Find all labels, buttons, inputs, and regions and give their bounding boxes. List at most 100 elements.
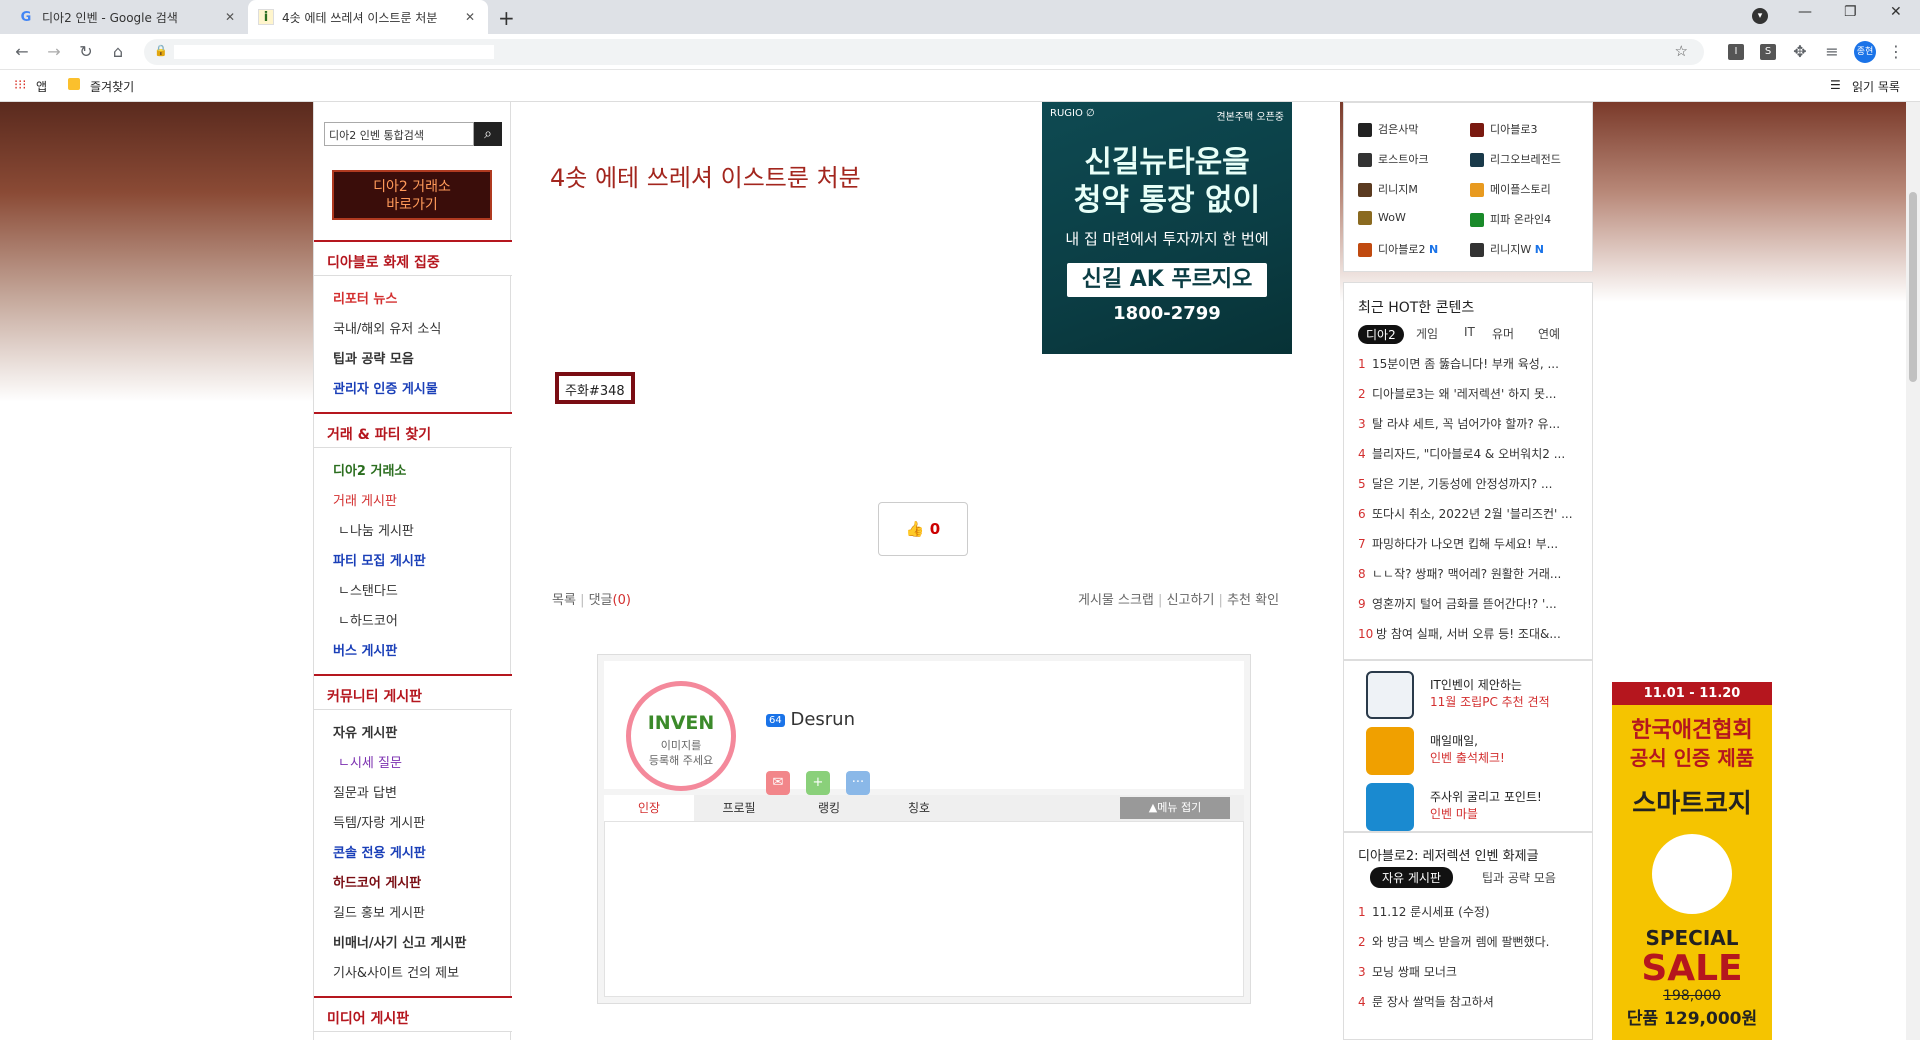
menu-item[interactable]: 자유 게시판	[333, 722, 397, 741]
author-name[interactable]: 64 Desrun	[766, 709, 855, 730]
like-button[interactable]: 👍 0	[878, 502, 968, 556]
menu-item[interactable]: 길드 홍보 게시판	[333, 902, 425, 921]
calendar-icon[interactable]	[1366, 727, 1414, 775]
add-friend-icon[interactable]: +	[806, 771, 830, 795]
menu-item[interactable]: 콘솔 전용 게시판	[333, 842, 426, 861]
menu-item[interactable]: ㄴ스탠다드	[338, 580, 398, 599]
recommend-check-link[interactable]: 추천 확인	[1227, 593, 1279, 608]
menu-item[interactable]: ㄴ하드코어	[338, 610, 398, 629]
menu-item[interactable]: 버스 게시판	[333, 640, 397, 659]
hot-item[interactable]: 8 ㄴㄴ작? 쌍패? 맥어레? 원활한 거래...	[1358, 565, 1582, 582]
minimize-button[interactable]: —	[1798, 4, 1812, 20]
extension-s-icon[interactable]: S	[1760, 44, 1776, 60]
section-title[interactable]: 디아블로 화제 집중	[314, 240, 512, 276]
hot-item[interactable]: 10 방 참여 실패, 서버 오류 등! 조대&...	[1358, 625, 1582, 642]
game-link[interactable]: WoW	[1358, 211, 1406, 225]
hot-item[interactable]: 1 15분이면 좀 뚫습니다! 부캐 육성, ...	[1358, 355, 1582, 372]
hot-item[interactable]: 2 디아블로3는 왜 '레저렉션' 하지 못...	[1358, 385, 1582, 402]
address-bar[interactable]: 🔒 ☆	[144, 39, 1704, 65]
d2-item[interactable]: 2와 방금 벡스 받을꺼 렘에 팔뻔했다.	[1358, 933, 1582, 950]
puzzle-icon[interactable]: ✥	[1790, 42, 1810, 62]
d2-tab[interactable]: 팁과 공략 모음	[1482, 869, 1556, 886]
menu-item[interactable]: 하드코어 게시판	[333, 872, 421, 891]
menu-item[interactable]: 기사&사이트 건의 제보	[333, 962, 459, 981]
d2-item[interactable]: 3 모닝 쌍패 모너크	[1358, 963, 1582, 980]
report-link[interactable]: 신고하기	[1167, 593, 1215, 608]
promo-text[interactable]: IT인벤이 제안하는 11월 조립PC 추천 견적	[1430, 677, 1550, 711]
star-icon[interactable]: ☆	[1675, 42, 1688, 60]
hot-tab[interactable]: 유머	[1492, 325, 1514, 342]
hot-item[interactable]: 3탈 라샤 세트, 꼭 넘어가야 할까? 유...	[1358, 415, 1582, 432]
home-icon[interactable]: ⌂	[108, 42, 128, 62]
reading-list[interactable]: 읽기 목록	[1852, 78, 1900, 95]
tab-ranking[interactable]: 랭킹	[784, 795, 874, 821]
tab-article[interactable]: i 4솟 에테 쓰레셔 이스트룬 처분 ✕	[248, 0, 488, 34]
maximize-button[interactable]: ❐	[1844, 4, 1857, 20]
promo-text[interactable]: 주사위 굴리고 포인트! 인벤 마블	[1430, 789, 1542, 823]
avatar[interactable]: INVEN 이미지를 등록해 주세요	[626, 681, 736, 791]
menu-item[interactable]: 파티 모집 게시판	[333, 550, 426, 569]
menu-item[interactable]: ㄴ나눔 게시판	[338, 520, 414, 539]
scrollbar[interactable]	[1906, 102, 1920, 1040]
monitor-icon[interactable]	[1366, 671, 1414, 719]
more-icon[interactable]: ···	[846, 771, 870, 795]
tab-title[interactable]: 칭호	[874, 795, 964, 821]
game-link[interactable]: 리니지M	[1358, 181, 1418, 197]
promo-text[interactable]: 매일매일, 인벤 출석체크!	[1430, 733, 1505, 767]
menu-item[interactable]: 팁과 공략 모음	[333, 348, 414, 367]
hot-item[interactable]: 4 블리자드, "디아블로4 & 오버워치2 ...	[1358, 445, 1582, 462]
list-link[interactable]: 목록	[552, 593, 576, 608]
hot-item[interactable]: 6 또다시 취소, 2022년 2월 '블리즈컨' ...	[1358, 505, 1582, 522]
tab-profile[interactable]: 프로필	[694, 795, 784, 821]
section-title[interactable]: 커뮤니티 게시판	[314, 674, 512, 710]
avatar[interactable]: 종현	[1854, 41, 1876, 63]
reading-list-icon[interactable]: ☰	[1830, 78, 1841, 92]
menu-item[interactable]: 득템/자랑 게시판	[333, 812, 425, 831]
scrollbar-thumb[interactable]	[1909, 192, 1917, 382]
d2-item[interactable]: 1 11.12 룬시세표 (수정)	[1358, 903, 1582, 920]
game-link[interactable]: 검은사막	[1358, 121, 1418, 137]
bookmark-apps[interactable]: 앱	[36, 78, 47, 95]
close-window-button[interactable]: ✕	[1890, 4, 1902, 20]
back-icon[interactable]: ←	[12, 42, 32, 62]
scrap-link[interactable]: 게시물 스크랩	[1078, 593, 1154, 608]
mail-icon[interactable]: ✉	[766, 771, 790, 795]
search-icon[interactable]: ⌕	[474, 122, 502, 146]
tab-seal[interactable]: 인장	[604, 795, 694, 821]
trade-banner[interactable]: 디아2 거래소 바로가기	[332, 170, 492, 220]
game-link[interactable]: 리그오브레전드	[1470, 151, 1561, 167]
hot-item[interactable]: 9 영혼까지 털어 금화를 뜯어간다!? '...	[1358, 595, 1582, 612]
menu-icon[interactable]: ⋮	[1886, 42, 1906, 62]
tab-search-icon[interactable]: ▾	[1752, 8, 1768, 24]
search-input[interactable]: 디아2 인벤 통합검색	[324, 122, 474, 146]
dice-icon[interactable]	[1366, 783, 1414, 831]
new-tab-button[interactable]: +	[498, 6, 515, 30]
reload-icon[interactable]: ↻	[76, 42, 96, 62]
game-link[interactable]: 디아블로2 N	[1358, 241, 1438, 257]
menu-item[interactable]: 디아2 거래소	[333, 460, 406, 479]
close-icon[interactable]: ✕	[462, 10, 478, 24]
menu-item[interactable]: 국내/해외 유저 소식	[333, 318, 441, 337]
d2-item[interactable]: 4룬 장사 쌀먹들 참고하셔	[1358, 993, 1582, 1010]
section-title[interactable]: 거래 & 파티 찾기	[314, 412, 512, 448]
forward-icon[interactable]: →	[44, 42, 64, 62]
menu-item[interactable]: 리포터 뉴스	[333, 288, 397, 307]
d2-tab[interactable]: 자유 게시판	[1370, 867, 1454, 888]
comments-link[interactable]: 댓글	[589, 593, 613, 608]
game-link[interactable]: 메이플스토리	[1470, 181, 1551, 197]
side-ad[interactable]: 11.01 - 11.20 한국애견협회 공식 인증 제품 스마트코지 SPEC…	[1612, 682, 1772, 1040]
game-link[interactable]: 리니지W N	[1470, 241, 1544, 257]
apps-icon[interactable]: ⁝⁝⁝	[14, 78, 26, 93]
hot-tab[interactable]: 디아2	[1358, 325, 1404, 344]
section-title[interactable]: 미디어 게시판	[314, 996, 512, 1032]
hot-tab[interactable]: 게임	[1416, 325, 1438, 342]
ad-banner[interactable]: RUGIO ∅ 견본주택 오픈중 신길뉴타운을 청약 통장 없이 내 집 마련에…	[1042, 102, 1292, 354]
menu-item[interactable]: ㄴ시세 질문	[338, 752, 402, 771]
hot-item[interactable]: 7 파밍하다가 나오면 킵해 두세요! 부...	[1358, 535, 1582, 552]
extension-icon[interactable]: I	[1728, 44, 1744, 60]
tab-google-search[interactable]: G 디아2 인벤 - Google 검색 ✕	[8, 0, 248, 34]
hot-tab[interactable]: 연예	[1538, 325, 1560, 342]
close-icon[interactable]: ✕	[222, 10, 238, 24]
game-link[interactable]: 디아블로3	[1470, 121, 1537, 137]
menu-item[interactable]: 비매너/사기 신고 게시판	[333, 932, 466, 951]
